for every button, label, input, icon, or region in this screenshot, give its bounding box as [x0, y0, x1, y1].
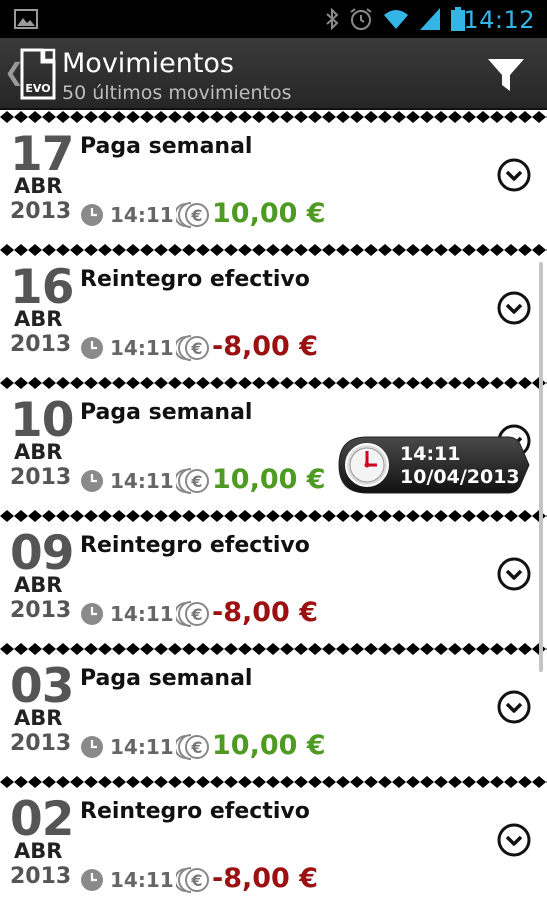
- expand-chevron-icon[interactable]: [497, 557, 531, 591]
- movement-amount: 10,00 €: [212, 730, 326, 761]
- coins-euro-icon: €: [176, 867, 209, 893]
- coins-euro-icon: €: [176, 202, 209, 228]
- alarm-icon: [350, 8, 372, 30]
- date-month: ABR: [14, 839, 63, 863]
- expand-chevron-icon[interactable]: [497, 291, 531, 325]
- movement-description: Reintegro efectivo: [80, 267, 310, 292]
- movement-amount: -8,00 €: [212, 331, 319, 362]
- expand-chevron-icon[interactable]: [497, 823, 531, 857]
- bluetooth-icon: [326, 8, 339, 30]
- tooltip-date: 10/04/2013: [400, 466, 520, 488]
- date-day: 16: [10, 260, 74, 315]
- page-subtitle: 50 últimos movimientos: [62, 82, 292, 104]
- row-separator: [0, 642, 547, 656]
- date-month: ABR: [14, 440, 63, 464]
- filter-icon: [488, 59, 524, 91]
- date-month: ABR: [14, 307, 63, 331]
- movement-description: Paga semanal: [80, 666, 253, 691]
- action-bar: ❮ EVO Movimientos 50 últimos movimientos: [0, 38, 547, 110]
- date-day: 02: [10, 792, 74, 847]
- movement-description: Paga semanal: [80, 134, 253, 159]
- row-separator: [0, 243, 547, 257]
- date-month: ABR: [14, 706, 63, 730]
- expand-chevron-icon[interactable]: [497, 690, 531, 724]
- date-day: 09: [10, 526, 74, 581]
- movement-description: Reintegro efectivo: [80, 533, 310, 558]
- svg-text:€: €: [190, 605, 202, 624]
- filter-button[interactable]: [483, 52, 529, 98]
- date-year: 2013: [10, 332, 72, 357]
- coins-euro-icon: €: [176, 335, 209, 361]
- expand-chevron-icon[interactable]: [497, 158, 531, 192]
- clock-icon: [81, 869, 103, 891]
- movement-amount: -8,00 €: [212, 863, 319, 894]
- coins-euro-icon: €: [176, 468, 209, 494]
- svg-text:€: €: [190, 206, 202, 225]
- coins-euro-icon: €: [176, 601, 209, 627]
- date-day: 10: [10, 393, 74, 448]
- movement-row[interactable]: 17 ABR 2013 Paga semanal 14:11 € 10,00 €: [0, 124, 547, 243]
- clock-icon: [81, 470, 103, 492]
- status-icons: [325, 7, 465, 31]
- row-separator: [0, 509, 547, 523]
- movement-time: 14:11: [110, 469, 174, 493]
- svg-text:€: €: [190, 472, 202, 491]
- date-year: 2013: [10, 598, 72, 623]
- coins-euro-icon: €: [176, 734, 209, 760]
- clock-icon: [81, 736, 103, 758]
- signal-icon: [420, 8, 440, 30]
- movement-row[interactable]: 09 ABR 2013 Reintegro efectivo 14:11 € -…: [0, 523, 547, 642]
- movement-time: 14:11: [110, 602, 174, 626]
- movement-amount: -8,00 €: [212, 597, 319, 628]
- movement-time: 14:11: [110, 336, 174, 360]
- row-separator: [0, 775, 547, 789]
- status-time: 14:12: [463, 6, 535, 34]
- svg-text:€: €: [190, 738, 202, 757]
- clock-icon: [345, 443, 389, 487]
- svg-text:€: €: [190, 871, 202, 890]
- date-year: 2013: [10, 731, 72, 756]
- svg-text:€: €: [190, 339, 202, 358]
- date-year: 2013: [10, 199, 72, 224]
- movement-description: Paga semanal: [80, 400, 253, 425]
- date-month: ABR: [14, 174, 63, 198]
- movement-row[interactable]: 02 ABR 2013 Reintegro efectivo 14:11 € -…: [0, 789, 547, 900]
- date-month: ABR: [14, 573, 63, 597]
- date-time-tooltip: 14:11 10/04/2013: [338, 436, 530, 494]
- scrollbar[interactable]: [539, 262, 543, 672]
- movement-description: Reintegro efectivo: [80, 799, 310, 824]
- status-bar: 14:12: [0, 0, 547, 38]
- row-separator: [0, 376, 547, 390]
- date-year: 2013: [10, 864, 72, 889]
- clock-icon: [81, 204, 103, 226]
- tooltip-time: 14:11: [400, 443, 461, 465]
- page-title: Movimientos: [62, 48, 234, 79]
- movement-amount: 10,00 €: [212, 198, 326, 229]
- movements-list[interactable]: 17 ABR 2013 Paga semanal 14:11 € 10,00 €…: [0, 110, 547, 900]
- clock-icon: [81, 337, 103, 359]
- movement-time: 14:11: [110, 203, 174, 227]
- date-day: 17: [10, 127, 74, 182]
- movement-amount: 10,00 €: [212, 464, 326, 495]
- movement-row[interactable]: 16 ABR 2013 Reintegro efectivo 14:11 € -…: [0, 257, 547, 376]
- movement-row[interactable]: 03 ABR 2013 Paga semanal 14:11 € 10,00 €: [0, 656, 547, 775]
- app-logo-icon[interactable]: EVO: [20, 48, 56, 100]
- gallery-icon: [14, 9, 38, 29]
- date-day: 03: [10, 659, 74, 714]
- movement-time: 14:11: [110, 868, 174, 892]
- date-year: 2013: [10, 465, 72, 490]
- svg-text:EVO: EVO: [25, 82, 50, 95]
- movement-time: 14:11: [110, 735, 174, 759]
- clock-icon: [81, 603, 103, 625]
- row-separator: [0, 110, 547, 124]
- wifi-icon: [384, 10, 408, 29]
